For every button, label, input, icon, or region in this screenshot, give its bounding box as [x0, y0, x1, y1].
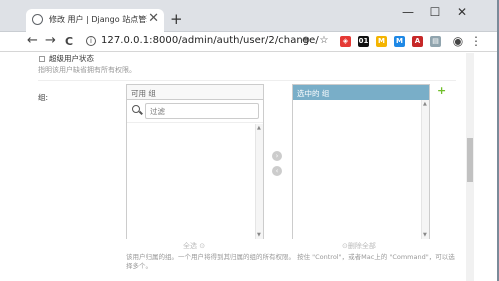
browser-tab[interactable]: 修改 用户 | Django 站点管理员 ✕ — [26, 9, 164, 32]
chosen-groups-title: 选中的 组 — [293, 85, 429, 100]
ext-01-icon[interactable]: 01 — [358, 36, 369, 47]
page-scrollbar-thumb[interactable] — [467, 138, 473, 182]
groups-help-text: 该用户归属的组。一个用户将得到其归属的组的所有权限。 按住 "Control"，… — [126, 253, 455, 270]
browser-toolbar: ← → C i 127.0.0.1:8000/admin/auth/user/2… — [0, 32, 499, 52]
site-info-icon[interactable]: i — [86, 36, 96, 46]
scroll-up-icon[interactable]: ▲ — [257, 125, 261, 131]
ext-m-yellow-icon[interactable]: M — [376, 36, 387, 47]
form-row-divider — [38, 80, 456, 81]
window-close-button[interactable]: ✕ — [452, 5, 472, 19]
chosen-list-scrollbar[interactable]: ▲ ▼ — [421, 100, 429, 239]
ext-pdf-icon[interactable]: A — [412, 36, 423, 47]
available-groups-list[interactable]: ▲ ▼ — [127, 124, 263, 239]
filter-input[interactable] — [145, 103, 259, 119]
groups-label: 组: — [38, 93, 49, 102]
superuser-checkbox[interactable] — [39, 56, 45, 62]
scroll-down-icon[interactable]: ▼ — [257, 232, 261, 238]
globe-icon — [32, 14, 43, 25]
back-button[interactable]: ← — [27, 33, 38, 48]
remove-all-link[interactable]: ⊙删除全部 — [342, 241, 376, 251]
address-bar[interactable]: 127.0.0.1:8000/admin/auth/user/2/change/ — [101, 35, 319, 46]
tab-title: 修改 用户 | Django 站点管理员 — [49, 15, 147, 24]
add-group-plus-icon[interactable]: + — [437, 84, 446, 97]
tab-close-icon[interactable]: ✕ — [148, 11, 159, 26]
maximize-button[interactable]: ☐ — [425, 5, 445, 19]
superuser-label: 超级用户状态 — [49, 54, 94, 63]
chosen-groups-box: 选中的 组 ▲ ▼ — [292, 84, 430, 239]
scroll-down-icon[interactable]: ▼ — [423, 232, 427, 238]
new-tab-button[interactable]: + — [170, 10, 183, 28]
bookmark-star-icon[interactable]: ☆ — [318, 35, 330, 47]
search-icon — [132, 105, 140, 113]
move-left-arrow-icon[interactable]: ‹ — [272, 166, 282, 176]
available-groups-title: 可用 组 — [127, 85, 263, 100]
choose-all-link[interactable]: 全选 ⊙ — [183, 241, 205, 251]
menu-icon[interactable]: ⋮ — [470, 35, 482, 47]
available-list-scrollbar[interactable]: ▲ ▼ — [255, 124, 263, 239]
zoom-icon[interactable]: ⊕ — [300, 35, 312, 47]
minimize-button[interactable]: — — [398, 5, 418, 19]
scroll-up-icon[interactable]: ▲ — [423, 101, 427, 107]
profile-icon[interactable]: ◉ — [452, 35, 464, 47]
ext-m-blue-icon[interactable]: M — [394, 36, 405, 47]
forward-button[interactable]: → — [45, 33, 56, 48]
move-right-arrow-icon[interactable]: › — [272, 151, 282, 161]
chosen-groups-list[interactable]: ▲ ▼ — [293, 100, 429, 239]
page-scrollbar[interactable] — [466, 53, 474, 281]
shield-extension-icon[interactable]: ◈ — [340, 36, 351, 47]
reload-button[interactable]: C — [65, 35, 73, 48]
available-groups-box: 可用 组 ▲ ▼ — [126, 84, 264, 239]
superuser-help-text: 指明该用户缺省拥有所有权限。 — [38, 66, 136, 74]
page-content: 超级用户状态 指明该用户缺省拥有所有权限。 组: 可用 组 ▲ ▼ › ‹ 选中… — [0, 53, 499, 281]
browser-titlebar: 修改 用户 | Django 站点管理员 ✕ + — ☐ ✕ — [0, 0, 499, 32]
ext-doc-icon[interactable]: ▤ — [430, 36, 441, 47]
filter-row — [127, 100, 263, 123]
